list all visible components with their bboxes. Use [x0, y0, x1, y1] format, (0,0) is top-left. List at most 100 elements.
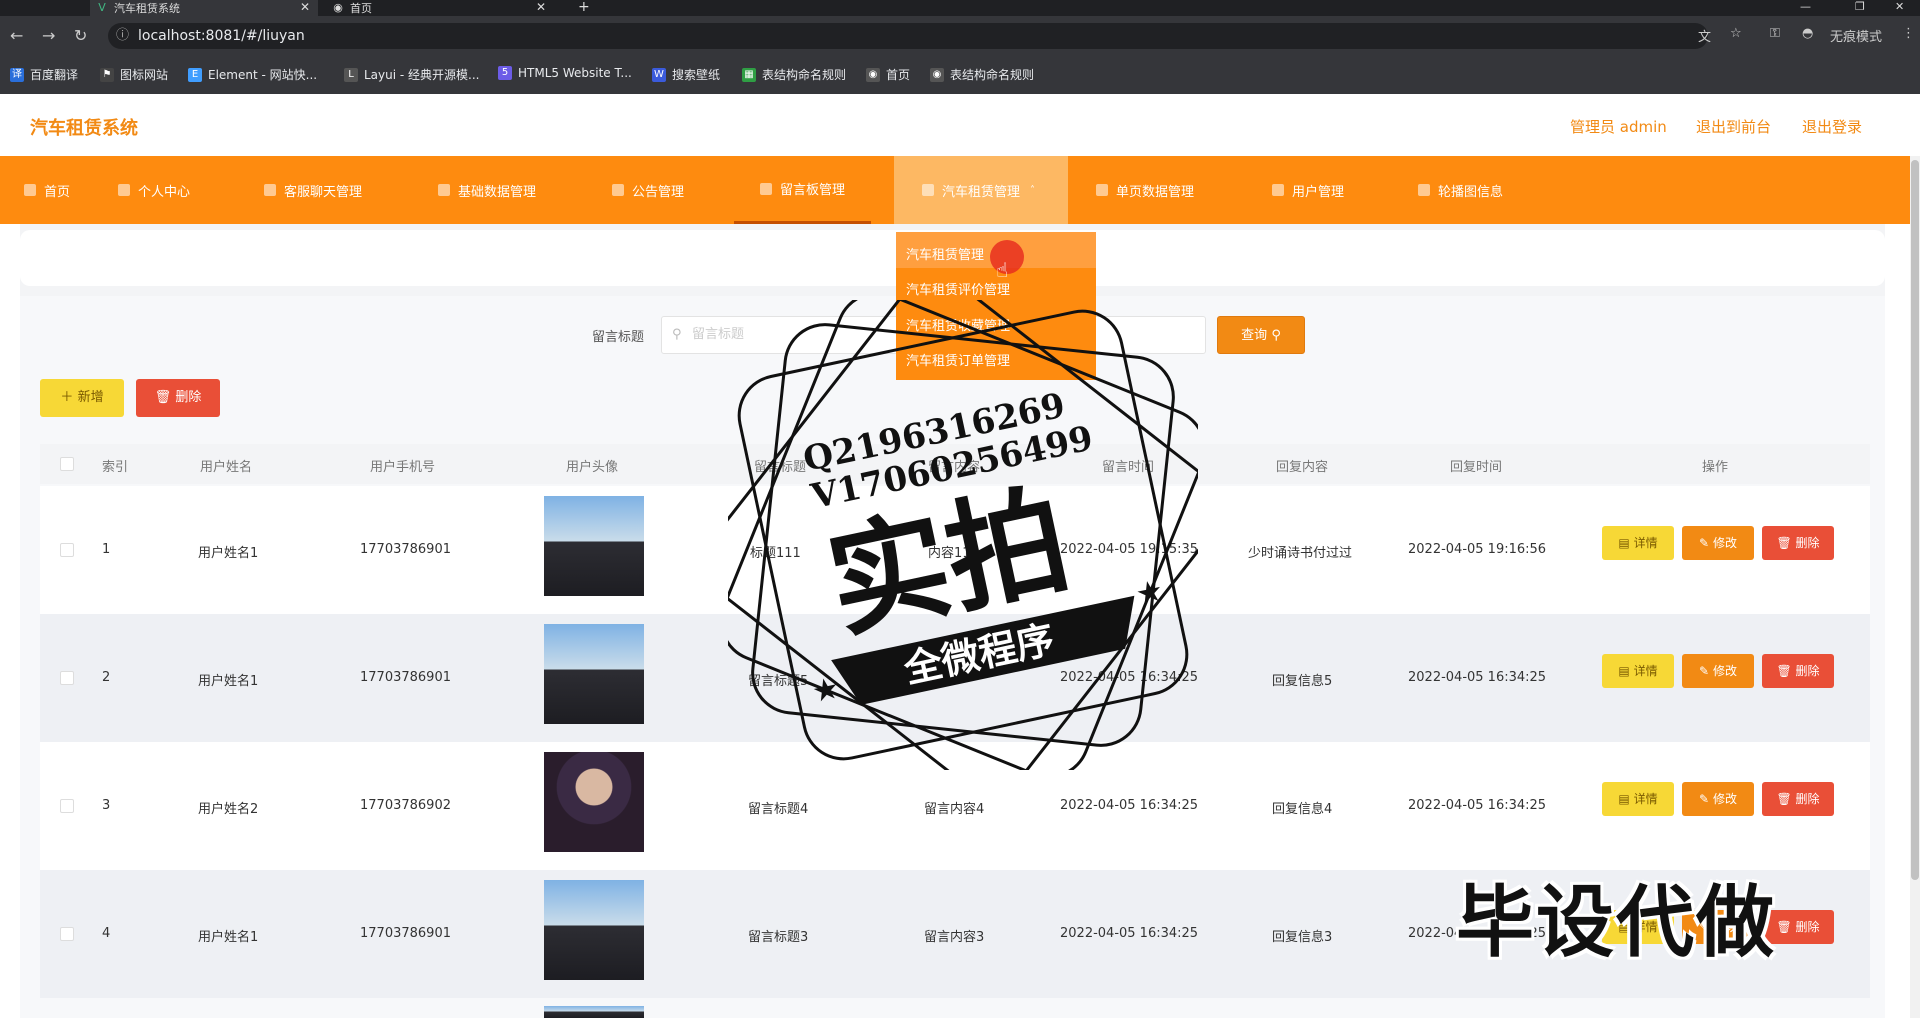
avatar[interactable]	[544, 624, 644, 724]
cell-phone: 17703786902	[360, 798, 451, 813]
nav-label: 客服聊天管理	[284, 184, 363, 200]
edit-button[interactable]: ✎ 修改	[1682, 782, 1754, 816]
bookmark[interactable]: ▦ 表结构命名规则	[742, 66, 846, 83]
bookmark-label: 首页	[886, 68, 911, 82]
nav-label: 个人中心	[138, 184, 191, 200]
gear-icon	[612, 184, 624, 196]
cell-name: 用户姓名1	[198, 674, 259, 689]
plus-icon: ＋	[60, 390, 74, 405]
doc-icon: ▤	[1618, 536, 1630, 550]
add-button[interactable]: ＋ 新增	[40, 379, 124, 417]
nav-home[interactable]: 首页	[20, 156, 74, 224]
search-icon: ⚲	[672, 327, 682, 342]
col-actions: 操作	[1702, 460, 1729, 475]
delete-button[interactable]: 🗑 删除	[1762, 782, 1834, 816]
delete-button[interactable]: 🗑 删除	[1762, 526, 1834, 560]
query-button[interactable]: 查询 ⚲	[1217, 316, 1305, 354]
delete-label: 删除	[1795, 920, 1820, 934]
bookmark[interactable]: L Layui - 经典开源模...	[344, 66, 479, 83]
pin-icon	[438, 184, 450, 196]
row-checkbox[interactable]	[60, 799, 74, 813]
restore-icon[interactable]: ❐	[1855, 0, 1865, 13]
delete-label: 删除	[1795, 536, 1820, 550]
exit-front-link[interactable]: 退出到前台	[1696, 116, 1771, 137]
search-icon: ⚲	[1271, 328, 1281, 343]
bookmark[interactable]: 译百度翻译	[10, 66, 78, 83]
element-icon: E	[188, 67, 202, 82]
row-checkbox[interactable]	[60, 927, 74, 941]
globe-icon: ◉	[333, 1, 343, 14]
col-reply: 回复内容	[1276, 460, 1329, 475]
bookmark[interactable]: ◉ 表结构命名规则	[930, 66, 1034, 83]
incognito-label[interactable]: 无痕模式	[1830, 26, 1882, 45]
trash-icon: 🗑	[1776, 664, 1792, 678]
nav-single-page[interactable]: 单页数据管理	[1096, 156, 1194, 224]
cell-phone: 17703786901	[360, 926, 451, 941]
url-input[interactable]: ⓘ localhost:8081/#/liuyan	[108, 23, 1708, 49]
new-tab-icon[interactable]: +	[578, 0, 590, 15]
close-icon[interactable]: ✕	[536, 0, 546, 14]
nav-car-rental[interactable]: 汽车租赁管理 ˄	[894, 156, 1068, 224]
cell-index: 3	[102, 798, 111, 813]
bookmark[interactable]: ◉ 首页	[866, 66, 910, 83]
close-icon[interactable]: ✕	[300, 0, 310, 14]
cell-reply: 回复信息3	[1272, 930, 1333, 945]
avatar[interactable]	[544, 496, 644, 596]
select-all-checkbox[interactable]	[60, 457, 74, 471]
key-icon[interactable]: ⚿	[1770, 26, 1780, 41]
bookmark[interactable]: W 搜索壁纸	[652, 66, 720, 83]
scrollbar-thumb[interactable]	[1911, 160, 1919, 880]
translate-icon[interactable]: 文	[1698, 26, 1711, 45]
star-icon: ★	[809, 671, 843, 711]
dropdown-item-rental[interactable]: 汽车租赁管理	[906, 244, 984, 263]
tab-title: 汽车租赁系统	[114, 2, 180, 15]
bookmark-label: 百度翻译	[30, 68, 79, 82]
message-icon	[760, 182, 772, 195]
nav-notice[interactable]: 公告管理	[612, 156, 684, 224]
batch-delete-button[interactable]: 🗑 删除	[136, 379, 220, 417]
avatar[interactable]	[544, 752, 644, 852]
detail-button[interactable]: ▤ 详情	[1602, 654, 1674, 688]
nav-messages[interactable]: 留言板管理	[734, 156, 872, 224]
reload-icon[interactable]: ↻	[74, 26, 87, 45]
back-icon[interactable]: ←	[10, 26, 23, 45]
avatar[interactable]	[544, 880, 644, 980]
cell-title: 留言标题3	[748, 930, 809, 945]
nav-users[interactable]: 用户管理	[1272, 156, 1344, 224]
nav-profile[interactable]: 个人中心	[118, 156, 190, 224]
edit-button[interactable]: ✎ 修改	[1682, 526, 1754, 560]
nav-basic-data[interactable]: 基础数据管理	[438, 156, 536, 224]
nav-chat[interactable]: 客服聊天管理	[264, 156, 362, 224]
tab-title: 首页	[350, 2, 372, 15]
row-checkbox[interactable]	[60, 671, 74, 685]
edit-button[interactable]: ✎ 修改	[1682, 654, 1754, 688]
delete-button[interactable]: 🗑 删除	[1762, 654, 1834, 688]
cell-phone: 17703786901	[360, 542, 451, 557]
detail-button[interactable]: ▤ 详情	[1602, 782, 1674, 816]
minimize-icon[interactable]: —	[1800, 0, 1811, 13]
nav-label: 基础数据管理	[458, 184, 537, 200]
browser-tab-active[interactable]: V 汽车租赁系统 ✕	[90, 0, 318, 16]
cell-reply-time: 2022-04-05 19:16:56	[1408, 542, 1547, 557]
nav-carousel[interactable]: 轮播图信息	[1418, 156, 1503, 224]
trash-icon: 🗑	[1776, 920, 1792, 934]
cell-time: 2022-04-05 16:34:25	[1060, 798, 1199, 813]
star-icon[interactable]: ☆	[1730, 26, 1742, 41]
forward-icon[interactable]: →	[42, 26, 55, 45]
dropdown-item-review[interactable]: 汽车租赁评价管理	[906, 279, 1010, 298]
incognito-icon[interactable]: ◓	[1802, 26, 1813, 41]
bookmark[interactable]: ⚑ 图标网站	[100, 66, 168, 83]
bookmark[interactable]: E Element - 网站快...	[188, 66, 317, 83]
browser-tab[interactable]: ◉ 首页 ✕	[326, 0, 554, 16]
row-checkbox[interactable]	[60, 543, 74, 557]
chat-icon	[264, 184, 276, 196]
admin-label: 管理员 admin	[1570, 118, 1667, 136]
close-window-icon[interactable]: ✕	[1895, 0, 1904, 13]
menu-icon[interactable]: ⋮	[1902, 26, 1915, 41]
cell-title: 留言标题4	[748, 802, 809, 817]
detail-button[interactable]: ▤ 详情	[1602, 526, 1674, 560]
cell-name: 用户姓名1	[198, 930, 259, 945]
bookmark[interactable]: 5 HTML5 Website T...	[498, 66, 632, 80]
logout-link[interactable]: 退出登录	[1802, 116, 1862, 137]
chevron-up-icon: ˄	[1030, 184, 1036, 196]
